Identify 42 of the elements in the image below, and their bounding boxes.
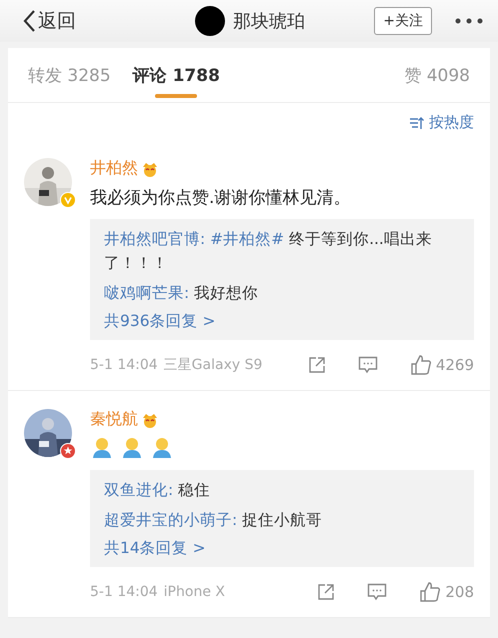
follow-button[interactable]: +关注 [374, 7, 432, 35]
emoji-icon [150, 437, 174, 459]
tab[interactable]: 评论 1788 [132, 48, 220, 102]
comment-icon[interactable] [367, 583, 388, 601]
tab[interactable]: 赞 4098 [404, 48, 470, 102]
account-name: 那块琥珀 [233, 10, 306, 33]
thumbs-up-icon [410, 354, 432, 376]
thumbs-up-icon [419, 581, 442, 603]
reply-author-link[interactable]: 双鱼进化: [104, 481, 174, 499]
like-button[interactable]: 208 [419, 581, 474, 603]
avatar-icon [195, 6, 226, 36]
tab[interactable]: 转发 3285 [28, 48, 111, 102]
reply-author-link[interactable]: 超爱井宝的小萌子: [104, 511, 238, 529]
device-label: 三星Galaxy S9 [164, 356, 262, 374]
like-button[interactable]: 4269 [410, 354, 474, 376]
back-icon [22, 9, 36, 33]
star-badge-icon [60, 443, 76, 459]
comment-icon[interactable] [358, 356, 378, 374]
user-name[interactable]: 秦悦航 [90, 409, 138, 430]
comment-text: 我必须为你点赞.谢谢你懂林见清。 [90, 186, 350, 208]
reply-text: 超爱井宝的小萌子: 捉住小航哥 [104, 510, 324, 531]
reply-text: 双鱼进化: 稳住 [104, 480, 212, 501]
back-button[interactable]: 返回 [22, 8, 76, 34]
verified-badge-icon [60, 192, 76, 208]
timestamp: 5-1 14:04 [90, 357, 158, 373]
reply-text: 啵鸡啊芒果: 我好想你 [104, 283, 260, 304]
reply-author-link[interactable]: 井柏然吧官博: [104, 230, 206, 248]
topic-link[interactable]: #井柏然# [210, 230, 284, 248]
emoji-icon [120, 437, 144, 459]
reply-author-link[interactable]: 啵鸡啊芒果: [104, 284, 190, 302]
device-label: iPhone X [164, 584, 225, 600]
user-name[interactable]: 井柏然 [90, 158, 138, 179]
timestamp: 5-1 14:04 [90, 584, 158, 600]
sort-button[interactable]: 按热度 [409, 109, 474, 136]
more-replies-link[interactable]: 共936条回复 > [104, 311, 216, 332]
more-replies-link[interactable]: 共14条回复 > [104, 538, 206, 559]
share-icon[interactable] [308, 356, 326, 374]
sort-icon [409, 116, 425, 130]
emoji-icon [90, 437, 114, 459]
reply-text: 井柏然吧官博: #井柏然# 终于等到你...唱出来了！！！ [104, 229, 433, 274]
more-icon[interactable] [454, 17, 484, 25]
share-icon[interactable] [317, 583, 336, 601]
